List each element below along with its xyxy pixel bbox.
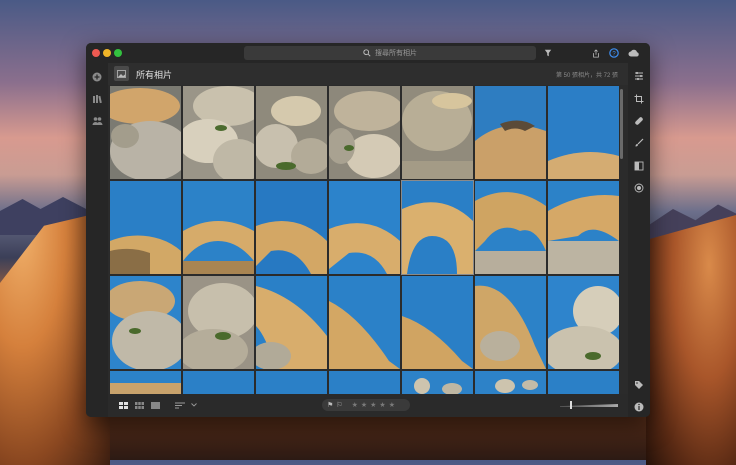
photo-thumbnail[interactable] [256, 86, 327, 179]
photo-thumbnail[interactable] [475, 276, 546, 369]
photo-thumbnail[interactable] [110, 86, 181, 179]
tag-icon[interactable] [633, 379, 645, 391]
healing-icon[interactable] [633, 115, 645, 127]
right-sidebar [628, 63, 650, 417]
star-rating-4[interactable]: ★ [379, 402, 385, 409]
help-icon[interactable]: ? [608, 46, 620, 60]
search-input[interactable]: 搜尋所有相片 [244, 46, 536, 60]
rating-bar: ⚑ ⚐ ★ ★ ★ ★ ★ [322, 399, 410, 411]
photo-thumbnail[interactable] [183, 181, 254, 274]
grid-view-icon[interactable] [118, 400, 128, 410]
flag-pick-icon[interactable]: ⚑ [327, 401, 333, 409]
slider-knob[interactable] [570, 401, 572, 409]
photo-thumbnail[interactable] [475, 86, 546, 179]
photo-thumbnail[interactable] [256, 181, 327, 274]
brush-icon[interactable] [633, 137, 645, 149]
photo-thumbnail[interactable] [402, 371, 473, 394]
page-title: 所有相片 [136, 70, 173, 80]
photo-thumbnail[interactable] [329, 181, 400, 274]
photo-thumbnail[interactable] [548, 181, 619, 274]
flag-reject-icon[interactable]: ⚐ [336, 401, 342, 409]
square-grid-icon[interactable] [134, 400, 144, 410]
slider-track [560, 404, 618, 407]
star-rating-2[interactable]: ★ [361, 402, 367, 409]
close-button[interactable] [92, 49, 100, 57]
search-icon [363, 49, 371, 57]
search-placeholder: 搜尋所有相片 [375, 50, 417, 57]
detail-view-icon[interactable] [150, 400, 160, 410]
sort-icon[interactable] [174, 400, 186, 410]
photo-thumbnail[interactable] [548, 371, 619, 394]
grid-header: 所有相片 第 50 張相片，共 72 張 [108, 63, 628, 85]
photo-thumbnail[interactable] [329, 371, 400, 394]
add-icon[interactable] [91, 71, 103, 83]
share-icon[interactable] [590, 46, 602, 60]
album-icon[interactable] [114, 66, 129, 81]
photo-thumbnail[interactable] [183, 371, 254, 394]
photo-thumbnail[interactable] [110, 371, 181, 394]
photo-thumbnail[interactable] [183, 86, 254, 179]
photo-thumbnail[interactable] [402, 86, 473, 179]
photo-thumbnail[interactable] [548, 276, 619, 369]
photo-thumbnail[interactable] [548, 86, 619, 179]
library-icon[interactable] [91, 93, 103, 105]
photo-thumbnail[interactable] [329, 86, 400, 179]
photo-thumbnail[interactable] [475, 371, 546, 394]
people-icon[interactable] [91, 115, 103, 127]
app-window: 搜尋所有相片 ? 所有相片 第 50 張相片，共 72 張 ⚑ ⚐ ★ ★ ★ … [86, 43, 650, 417]
grid-scrollbar[interactable] [620, 89, 623, 159]
photo-thumbnail[interactable] [183, 276, 254, 369]
left-sidebar [86, 63, 108, 417]
minimize-button[interactable] [103, 49, 111, 57]
thumbnail-size-slider[interactable] [560, 401, 618, 409]
filter-icon[interactable] [542, 46, 554, 60]
photo-thumbnail[interactable] [256, 276, 327, 369]
photo-thumbnail[interactable] [401, 180, 474, 275]
star-rating-1[interactable]: ★ [352, 402, 358, 409]
bottom-toolbar: ⚑ ⚐ ★ ★ ★ ★ ★ [108, 394, 628, 417]
gradient-icon[interactable] [633, 160, 645, 172]
photo-thumbnail[interactable] [110, 181, 181, 274]
photo-grid [110, 86, 622, 394]
chevron-down-icon[interactable] [190, 400, 198, 410]
photo-thumbnail[interactable] [110, 276, 181, 369]
photo-thumbnail[interactable] [402, 276, 473, 369]
photo-thumbnail[interactable] [329, 276, 400, 369]
cloud-icon[interactable] [628, 46, 640, 60]
zoom-button[interactable] [114, 49, 122, 57]
photo-thumbnail[interactable] [475, 181, 546, 274]
photo-thumbnail[interactable] [256, 371, 327, 394]
star-rating-5[interactable]: ★ [389, 402, 395, 409]
info-icon[interactable] [633, 401, 645, 413]
title-bar: 搜尋所有相片 ? [86, 43, 650, 63]
crop-icon[interactable] [633, 93, 645, 105]
edit-sliders-icon[interactable] [633, 70, 645, 82]
desktop-dune-right [646, 215, 736, 465]
radial-icon[interactable] [633, 182, 645, 194]
star-rating-3[interactable]: ★ [370, 402, 376, 409]
photo-count: 第 50 張相片，共 72 張 [555, 73, 618, 79]
